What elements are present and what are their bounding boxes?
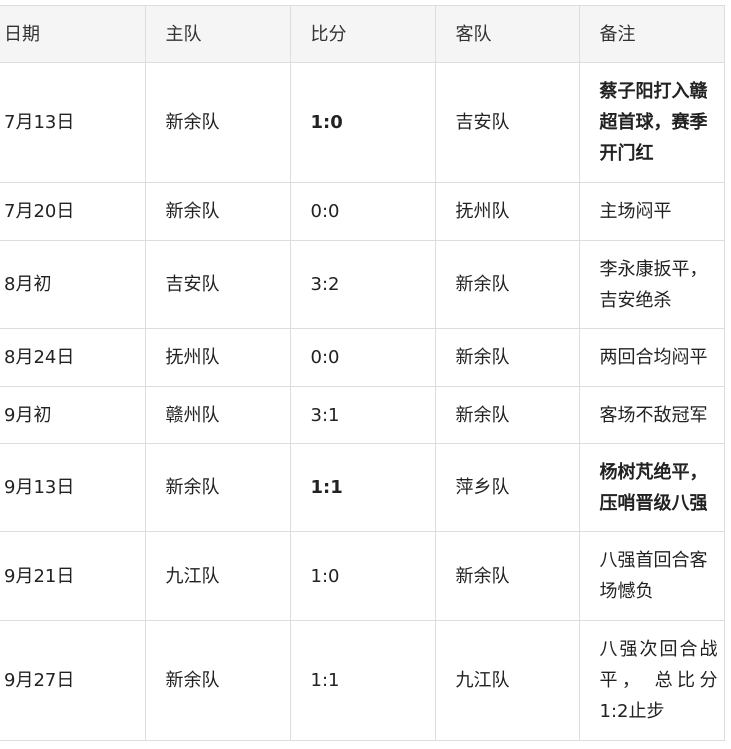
cell-home-team: 新余队 [144,62,291,183]
cell-away-team: 新余队 [434,328,580,387]
cell-home-team: 新余队 [144,620,291,741]
cell-away-team: 新余队 [434,531,580,621]
cell-note: 八强首回合客场憾负 [578,531,725,621]
cell-score: 0:0 [289,182,436,241]
cell-note: 主场闷平 [578,182,725,241]
cell-score: 3:1 [289,386,436,444]
header-note: 备注 [578,5,725,63]
cell-score: 1:0 [289,531,436,621]
cell-score: 1:0 [289,62,436,183]
cell-home-team: 吉安队 [144,240,291,329]
cell-away-team: 抚州队 [434,182,580,241]
cell-note: 两回合均闷平 [578,328,725,387]
table-row: 9月初 赣州队 3:1 新余队 客场不敌冠军 [0,386,725,444]
cell-note: 客场不敌冠军 [578,386,725,444]
cell-date: 7月20日 [0,182,146,241]
cell-note: 李永康扳平，吉安绝杀 [578,240,725,329]
table-row: 9月21日 九江队 1:0 新余队 八强首回合客场憾负 [0,531,725,621]
table-row: 7月20日 新余队 0:0 抚州队 主场闷平 [0,182,725,241]
cell-date: 9月13日 [0,443,146,532]
cell-away-team: 新余队 [434,240,580,329]
header-away-team: 客队 [434,5,580,63]
cell-note: 蔡子阳打入赣超首球，赛季开门红 [578,62,725,183]
cell-home-team: 新余队 [144,182,291,241]
cell-away-team: 新余队 [434,386,580,444]
header-score: 比分 [289,5,436,63]
header-home-team: 主队 [144,5,291,63]
cell-score: 0:0 [289,328,436,387]
cell-score: 1:1 [289,620,436,741]
cell-date: 9月21日 [0,531,146,621]
cell-score: 3:2 [289,240,436,329]
cell-away-team: 萍乡队 [434,443,580,532]
table-row: 8月24日 抚州队 0:0 新余队 两回合均闷平 [0,328,725,387]
table-row: 8月初 吉安队 3:2 新余队 李永康扳平，吉安绝杀 [0,240,725,329]
cell-note: 杨树芃绝平，压哨晋级八强 [578,443,725,532]
cell-note: 八强次回合战平， 总比分1:2止步 [578,620,725,741]
cell-date: 7月13日 [0,62,146,183]
cell-date: 9月27日 [0,620,146,741]
table-header-row: 日期 主队 比分 客队 备注 [0,5,725,63]
cell-date: 8月24日 [0,328,146,387]
cell-home-team: 抚州队 [144,328,291,387]
table-row: 7月13日 新余队 1:0 吉安队 蔡子阳打入赣超首球，赛季开门红 [0,62,725,183]
match-results-table: 日期 主队 比分 客队 备注 7月13日 新余队 1:0 吉安队 蔡子阳打入赣超… [0,5,725,741]
header-date: 日期 [0,5,146,63]
match-results-container: 日期 主队 比分 客队 备注 7月13日 新余队 1:0 吉安队 蔡子阳打入赣超… [0,0,731,741]
cell-score: 1:1 [289,443,436,532]
cell-away-team: 吉安队 [434,62,580,183]
table-row: 9月13日 新余队 1:1 萍乡队 杨树芃绝平，压哨晋级八强 [0,443,725,532]
table-row: 9月27日 新余队 1:1 九江队 八强次回合战平， 总比分1:2止步 [0,620,725,741]
cell-home-team: 新余队 [144,443,291,532]
cell-home-team: 九江队 [144,531,291,621]
cell-date: 9月初 [0,386,146,444]
cell-away-team: 九江队 [434,620,580,741]
cell-date: 8月初 [0,240,146,329]
cell-home-team: 赣州队 [144,386,291,444]
